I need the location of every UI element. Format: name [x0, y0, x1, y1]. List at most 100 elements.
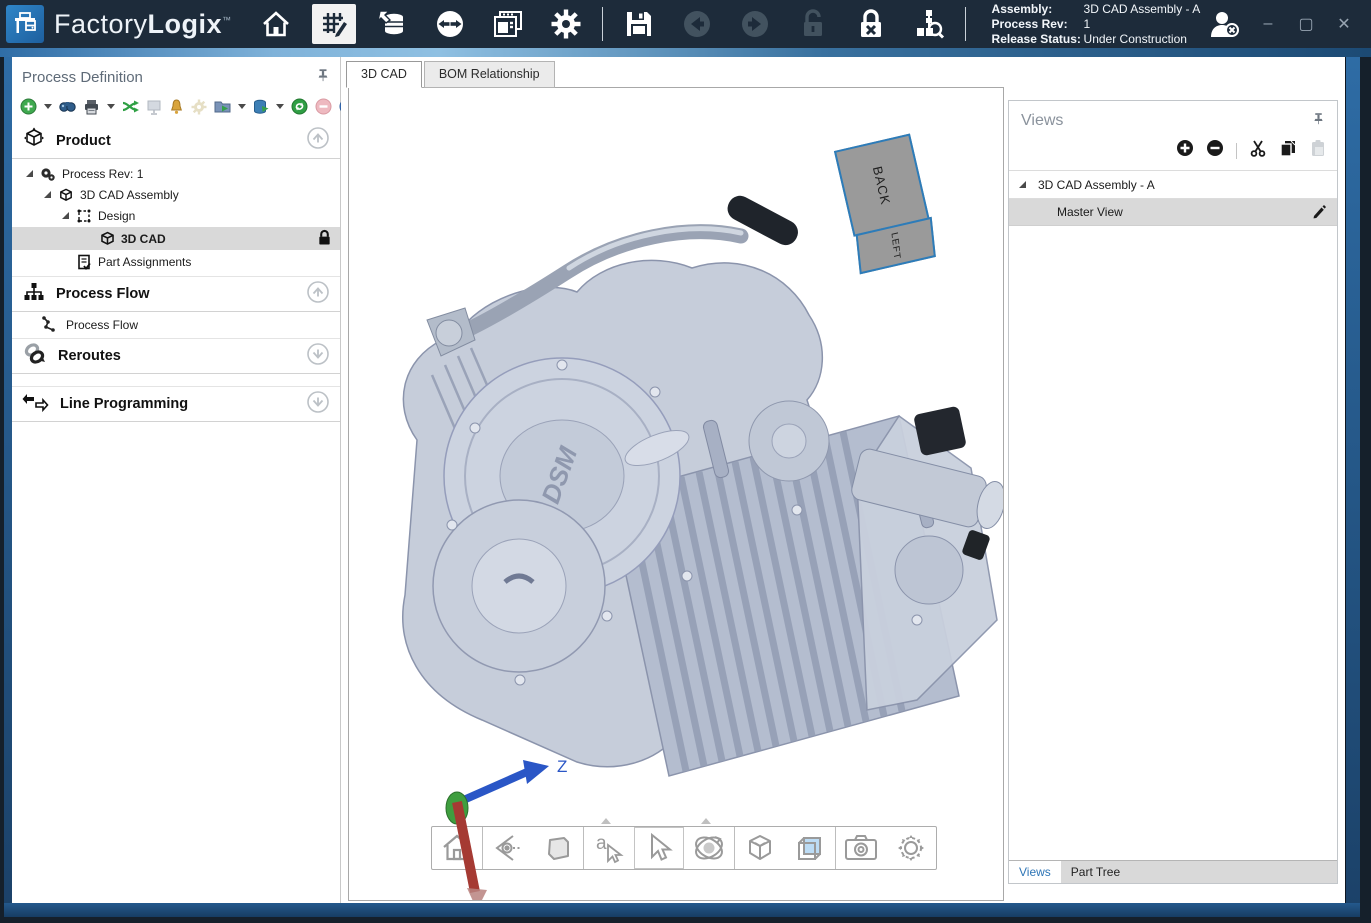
expand-down-icon[interactable]	[306, 390, 330, 419]
collapse-up-icon[interactable]	[306, 126, 330, 155]
select-cursor-button[interactable]	[634, 827, 684, 869]
unlock-button[interactable]	[791, 4, 835, 44]
undo-button[interactable]	[675, 4, 719, 44]
expander-icon[interactable]	[62, 212, 69, 219]
alert-bell-icon[interactable]	[169, 98, 184, 115]
window-border-bottom	[4, 903, 1360, 917]
suspend-icon[interactable]	[315, 98, 332, 115]
import-dropdown-caret[interactable]	[276, 104, 284, 109]
expand-down-icon[interactable]	[306, 342, 330, 371]
minimize-button[interactable]: –	[1251, 9, 1285, 39]
label-select-button[interactable]: a	[584, 827, 634, 869]
deploy-folder-icon[interactable]	[214, 98, 231, 115]
toolbar-divider	[602, 7, 603, 41]
save-button[interactable]	[617, 4, 661, 44]
settings-gear-button[interactable]	[544, 4, 588, 44]
gear-disabled-icon[interactable]	[191, 98, 207, 115]
x-axis-label: X	[483, 899, 493, 901]
main-content: 3D CAD BOM Relationship	[341, 57, 1345, 903]
print-dropdown-caret[interactable]	[107, 104, 115, 109]
process-definition-panel: Process Definition Product	[12, 57, 341, 903]
pin-icon[interactable]	[1312, 111, 1325, 131]
section-label: Product	[56, 133, 111, 149]
section-line-programming[interactable]: Line Programming	[12, 386, 340, 422]
tree-item-3d-cad-assembly[interactable]: 3D CAD Assembly	[12, 184, 340, 205]
process-definition-button[interactable]	[312, 4, 356, 44]
section-product[interactable]: Product	[12, 123, 340, 159]
tree-item-design[interactable]: Design	[12, 205, 340, 226]
materials-import-button[interactable]	[370, 4, 414, 44]
toolbar-divider	[1236, 143, 1237, 159]
paste-icon[interactable]	[1309, 139, 1327, 162]
find-icon[interactable]	[59, 98, 76, 115]
master-view-label: Master View	[1057, 205, 1123, 219]
add-view-icon[interactable]	[1176, 139, 1194, 162]
tab-bom-relationship[interactable]: BOM Relationship	[424, 61, 555, 88]
section-reroutes[interactable]: Reroutes	[12, 338, 340, 374]
process-rev-value: 1	[1084, 17, 1091, 32]
add-dropdown-caret[interactable]	[44, 104, 52, 109]
shaded-view-button[interactable]	[533, 827, 583, 869]
tab-3d-cad[interactable]: 3D CAD	[346, 61, 422, 88]
home-button[interactable]	[254, 4, 298, 44]
remote-connect-button[interactable]	[428, 4, 472, 44]
views-toolbar	[1009, 133, 1337, 170]
cube-icon	[57, 187, 75, 203]
tree-item-process-rev[interactable]: Process Rev: 1	[12, 163, 340, 184]
import-bin-icon[interactable]	[253, 98, 269, 115]
3d-viewer[interactable]: DSM BACK LEFT	[348, 87, 1004, 901]
cut-icon[interactable]	[1249, 139, 1267, 162]
assembly-info: Assembly:3D CAD Assembly - A Process Rev…	[992, 2, 1201, 47]
dropdown-caret[interactable]	[701, 818, 711, 824]
dropdown-caret[interactable]	[601, 818, 611, 824]
section-cube-button[interactable]	[785, 827, 835, 869]
section-process-flow[interactable]: Process Flow	[12, 276, 340, 312]
pin-icon[interactable]	[316, 67, 330, 88]
copy-icon[interactable]	[1279, 139, 1297, 162]
print-icon[interactable]	[83, 98, 100, 115]
tab-views[interactable]: Views	[1009, 861, 1061, 883]
workflow-search-button[interactable]	[907, 4, 951, 44]
tree-item-part-assignments[interactable]: Part Assignments	[12, 251, 340, 272]
views-tree-master-view[interactable]: Master View	[1009, 199, 1337, 226]
maximize-button[interactable]: ▢	[1289, 9, 1323, 39]
orbit-button[interactable]	[684, 827, 734, 869]
tab-part-tree[interactable]: Part Tree	[1061, 861, 1130, 883]
tree-item-label: Process Rev: 1	[62, 167, 143, 181]
view-direction-button[interactable]	[483, 827, 533, 869]
remove-view-icon[interactable]	[1206, 139, 1224, 162]
edit-pencil-icon[interactable]	[1311, 203, 1327, 222]
release-status-label: Release Status:	[992, 32, 1084, 47]
snapshot-button[interactable]	[836, 827, 886, 869]
close-button[interactable]: ✕	[1327, 9, 1361, 39]
add-icon[interactable]	[20, 98, 37, 115]
logout-user-icon[interactable]	[1203, 4, 1247, 44]
refresh-icon[interactable]	[291, 98, 308, 115]
process-definition-toolbar	[12, 92, 340, 123]
panel-title: Process Definition	[22, 69, 143, 86]
part-assignments-icon	[75, 254, 93, 270]
process-flow-child[interactable]: Process Flow	[12, 312, 340, 338]
forms-button[interactable]	[486, 4, 530, 44]
tree-item-3d-cad-selected[interactable]: 3D CAD	[12, 227, 340, 250]
viewer-settings-button[interactable]	[886, 827, 936, 869]
cube-icon	[98, 230, 116, 247]
expander-icon[interactable]	[1019, 181, 1026, 188]
exchange-icon[interactable]	[122, 98, 139, 115]
product-tree: Process Rev: 1 3D CAD Assembly Design 3D…	[12, 159, 340, 276]
views-tree-root[interactable]: 3D CAD Assembly - A	[1009, 170, 1337, 199]
redo-button[interactable]	[733, 4, 777, 44]
window-border-right	[1345, 57, 1360, 917]
lock-close-button[interactable]	[849, 4, 893, 44]
home-view-button[interactable]	[432, 827, 482, 869]
presentation-icon[interactable]	[146, 98, 162, 115]
deploy-dropdown-caret[interactable]	[238, 104, 246, 109]
engine-3d-model[interactable]: DSM	[357, 180, 1004, 780]
expander-icon[interactable]	[26, 170, 33, 177]
release-status-value: Under Construction	[1084, 32, 1187, 47]
explode-view-button[interactable]	[735, 827, 785, 869]
expander-icon[interactable]	[44, 191, 51, 198]
flow-path-icon	[40, 315, 58, 336]
sub-row-label: Process Flow	[66, 318, 138, 332]
collapse-up-icon[interactable]	[306, 280, 330, 309]
